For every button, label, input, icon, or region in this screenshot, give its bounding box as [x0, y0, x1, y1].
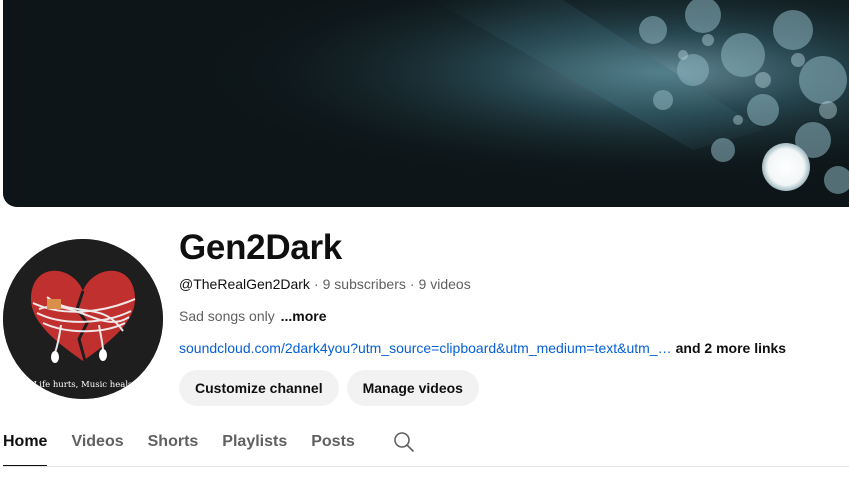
- description-text: Sad songs only: [179, 308, 275, 324]
- channel-links: soundcloud.com/2dark4you?utm_source=clip…: [179, 339, 786, 357]
- video-count: 9 videos: [418, 276, 471, 292]
- avatar-caption: Life hurts, Music heals: [34, 380, 133, 390]
- customize-channel-button[interactable]: Customize channel: [179, 370, 339, 406]
- channel-banner: [3, 0, 849, 207]
- meta-separator: ·: [409, 276, 415, 292]
- channel-external-link[interactable]: soundcloud.com/2dark4you?utm_source=clip…: [179, 340, 672, 356]
- tab-videos[interactable]: Videos: [71, 425, 123, 467]
- tabs-divider: [3, 466, 849, 467]
- meta-separator: ·: [313, 276, 319, 292]
- tab-home[interactable]: Home: [3, 425, 48, 467]
- channel-description: Sad songs only ...more: [179, 307, 327, 325]
- tab-playlists[interactable]: Playlists: [222, 425, 287, 467]
- channel-meta: @TheRealGen2Dark · 9 subscribers · 9 videos: [179, 275, 471, 293]
- channel-actions: Customize channel Manage videos: [179, 370, 479, 406]
- manage-videos-button[interactable]: Manage videos: [346, 370, 479, 406]
- more-links-link[interactable]: and 2 more links: [676, 340, 786, 356]
- channel-tabs: Home Videos Shorts Playlists Posts: [3, 425, 416, 467]
- channel-name: Gen2Dark: [179, 228, 342, 267]
- channel-avatar[interactable]: Life hurts, Music heals: [3, 239, 163, 399]
- tab-posts[interactable]: Posts: [311, 425, 355, 467]
- description-more-link[interactable]: ...more: [281, 308, 327, 324]
- channel-handle: @TheRealGen2Dark: [179, 276, 310, 292]
- search-icon[interactable]: [392, 430, 416, 454]
- tab-shorts[interactable]: Shorts: [148, 425, 199, 467]
- subscriber-count: 9 subscribers: [322, 276, 406, 292]
